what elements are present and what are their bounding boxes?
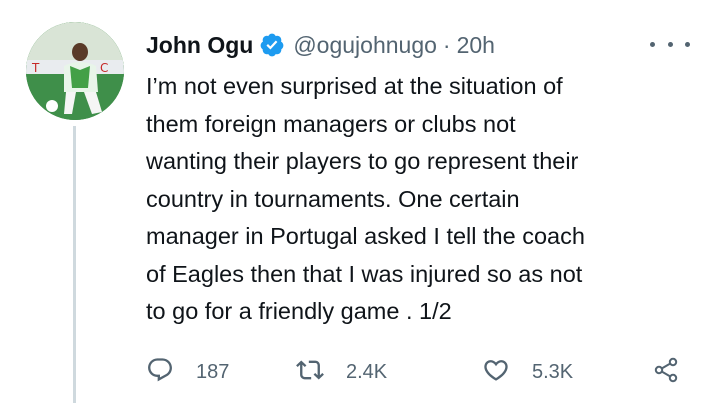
thread-line xyxy=(73,126,76,403)
retweet-count: 2.4K xyxy=(346,360,388,383)
more-dot xyxy=(650,41,655,47)
tweet-text-line: them foreign managers or clubs not xyxy=(146,110,516,137)
avatar[interactable]: T C xyxy=(26,22,124,120)
tweet-text-line: manager in Portugal asked I tell the coa… xyxy=(146,223,585,249)
share-icon xyxy=(652,356,680,389)
reply-count: 187 xyxy=(196,360,230,383)
retweet-icon xyxy=(296,356,324,389)
more-options-icon[interactable] xyxy=(650,34,690,54)
retweet-button[interactable]: 2.4K xyxy=(296,352,387,392)
more-dot xyxy=(685,41,690,47)
tweet-text: I’m not even surprised at the situation … xyxy=(146,68,706,331)
separator-dot: · xyxy=(442,31,451,58)
tweet-text-line: of Eagles then that I was injured so as … xyxy=(146,260,583,287)
tweet-text-line: to go for a friendly game . 1/2 xyxy=(146,298,452,324)
more-dot xyxy=(667,41,673,47)
heart-icon xyxy=(482,356,510,389)
tweet-actions: 187 2.4K 5.3K xyxy=(146,352,706,392)
verified-badge-icon xyxy=(259,32,285,58)
reply-icon xyxy=(146,356,174,389)
tweet-header: John Ogu @ogujohnugo · 20h xyxy=(146,28,495,62)
user-handle[interactable]: @ogujohnugo xyxy=(293,32,437,59)
display-name[interactable]: John Ogu xyxy=(146,32,253,59)
tweet-timestamp[interactable]: 20h xyxy=(457,32,495,59)
svg-text:T: T xyxy=(31,61,40,75)
avatar-image: T C xyxy=(26,22,124,120)
tweet-text-line: wanting their players to go represent th… xyxy=(146,148,579,174)
tweet-text-line: I’m not even surprised at the situation … xyxy=(146,73,563,99)
like-button[interactable]: 5.3K xyxy=(482,352,573,392)
tweet-text-line: country in tournaments. One certain xyxy=(146,185,520,212)
share-button[interactable] xyxy=(652,352,680,392)
svg-text:C: C xyxy=(100,61,108,75)
like-count: 5.3K xyxy=(532,360,574,383)
reply-button[interactable]: 187 xyxy=(146,352,229,392)
